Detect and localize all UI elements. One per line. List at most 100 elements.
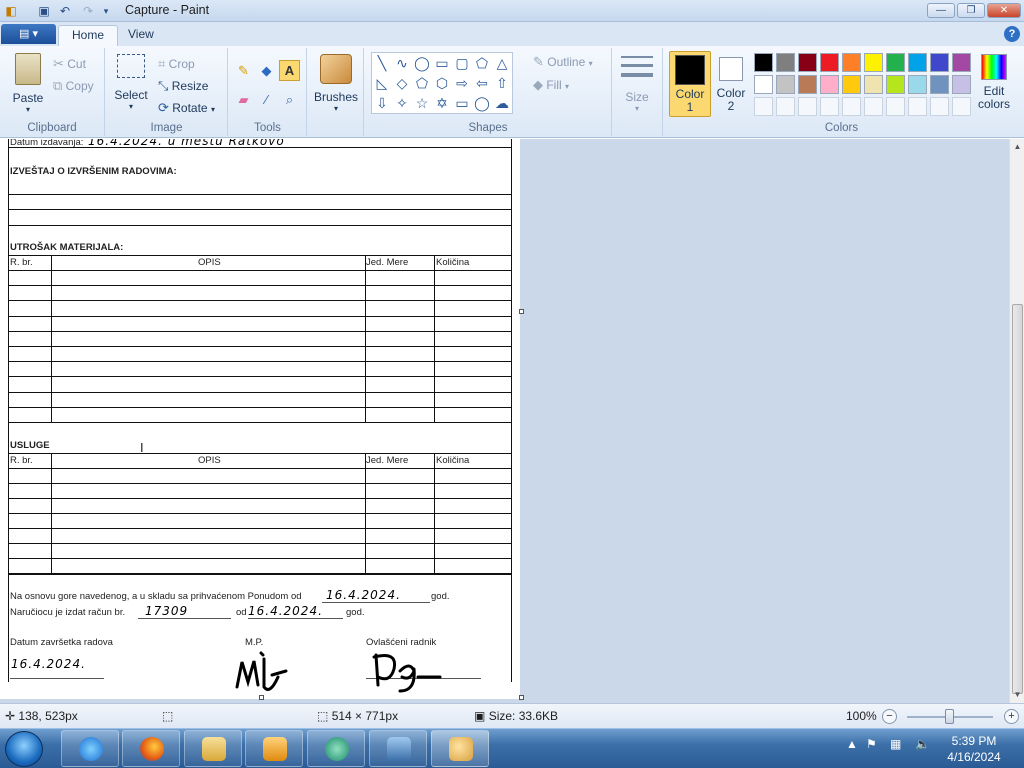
app-menu-button[interactable]: ▤ ▾ (1, 24, 56, 44)
line-shape-icon[interactable]: ╲ (372, 53, 392, 73)
taskbar-paint[interactable] (431, 730, 489, 767)
taskbar-media-player[interactable] (245, 730, 303, 767)
resize-button[interactable]: ⤡ Resize (158, 78, 208, 94)
color1-button[interactable]: Color 1 (669, 51, 711, 117)
color-swatch[interactable] (820, 53, 839, 72)
tab-home[interactable]: Home (58, 25, 119, 46)
color-swatch[interactable] (754, 75, 773, 94)
color-swatch[interactable] (952, 53, 971, 72)
resize-handle-right[interactable] (519, 309, 524, 314)
color-swatch[interactable] (798, 75, 817, 94)
five-point-star-shape-icon[interactable]: ☆ (412, 93, 432, 113)
zoom-in-button[interactable]: + (1004, 709, 1019, 724)
empty-color-swatch[interactable] (776, 97, 795, 116)
empty-color-swatch[interactable] (798, 97, 817, 116)
oval-callout-shape-icon[interactable]: ◯ (472, 93, 492, 113)
tab-view[interactable]: View (115, 25, 167, 46)
copy-button[interactable]: ⧉ Copy (53, 78, 94, 94)
fill-button[interactable]: ◆ Fill ▾ (533, 77, 569, 93)
paste-button[interactable]: Paste ▾ (8, 53, 48, 114)
color-picker-icon[interactable]: ⁄ (256, 89, 277, 110)
help-icon[interactable]: ? (1004, 26, 1020, 42)
volume-muted-icon[interactable]: 🔈 (915, 737, 930, 751)
taskbar-file-explorer[interactable] (184, 730, 242, 767)
cloud-callout-shape-icon[interactable]: ☁ (492, 93, 512, 113)
pentagon-shape-icon[interactable]: ⬠ (412, 73, 432, 93)
color-swatch[interactable] (820, 75, 839, 94)
empty-color-swatch[interactable] (930, 97, 949, 116)
resize-handle-corner[interactable] (519, 695, 524, 700)
right-arrow-shape-icon[interactable]: ⇨ (452, 73, 472, 93)
edit-colors-button[interactable]: Edit colors (975, 51, 1013, 117)
vertical-scrollbar[interactable]: ▲ ▼ (1009, 139, 1024, 703)
taskbar-photo-viewer[interactable] (369, 730, 427, 767)
taskbar-internet-explorer[interactable] (61, 730, 119, 767)
scroll-up-icon[interactable]: ▲ (1010, 139, 1024, 154)
empty-color-swatch[interactable] (842, 97, 861, 116)
scroll-down-icon[interactable]: ▼ (1010, 687, 1024, 702)
color-swatch[interactable] (842, 75, 861, 94)
curve-shape-icon[interactable]: ∿ (392, 53, 412, 73)
network-icon[interactable]: ▦ (890, 737, 901, 751)
rectangle-shape-icon[interactable]: ▭ (432, 53, 452, 73)
outline-button[interactable]: ✎ Outline ▾ (533, 54, 593, 70)
crop-button[interactable]: ⌗ Crop (158, 56, 195, 72)
left-arrow-shape-icon[interactable]: ⇦ (472, 73, 492, 93)
hexagon-shape-icon[interactable]: ⬡ (432, 73, 452, 93)
zoom-slider-thumb[interactable] (945, 709, 954, 724)
color-swatch[interactable] (930, 75, 949, 94)
empty-color-swatch[interactable] (952, 97, 971, 116)
minimize-button[interactable]: — (927, 3, 955, 18)
color-swatch[interactable] (886, 75, 905, 94)
rect-callout-shape-icon[interactable]: ▭ (452, 93, 472, 113)
color-swatch[interactable] (842, 53, 861, 72)
pencil-icon[interactable]: ✎ (233, 60, 254, 81)
customize-icon[interactable]: ▾ (98, 3, 114, 19)
close-button[interactable]: ✕ (987, 3, 1021, 18)
color-swatch[interactable] (908, 53, 927, 72)
system-clock[interactable]: 5:39 PM 4/16/2024 (944, 733, 1004, 765)
diamond-shape-icon[interactable]: ◇ (392, 73, 412, 93)
zoom-out-button[interactable]: − (882, 709, 897, 724)
size-group[interactable]: Size ▾ (613, 48, 663, 136)
empty-color-swatch[interactable] (754, 97, 773, 116)
undo-icon[interactable]: ↶ (57, 3, 73, 19)
start-button[interactable] (5, 731, 43, 767)
eraser-icon[interactable]: ▰ (233, 89, 254, 110)
magnifier-icon[interactable]: ⌕ (279, 89, 300, 110)
resize-handle-bottom[interactable] (259, 695, 264, 700)
up-arrow-shape-icon[interactable]: ⇧ (492, 73, 512, 93)
color-swatch[interactable] (952, 75, 971, 94)
oval-shape-icon[interactable]: ◯ (412, 53, 432, 73)
empty-color-swatch[interactable] (908, 97, 927, 116)
cut-button[interactable]: ✂ Cut (53, 56, 86, 72)
color-swatch[interactable] (908, 75, 927, 94)
paint-app-icon[interactable]: ◧ (3, 3, 19, 19)
brushes-group[interactable]: Brushes ▾ (308, 48, 364, 136)
color-swatch[interactable] (776, 53, 795, 72)
select-button[interactable]: Select ▾ (112, 54, 150, 111)
down-arrow-shape-icon[interactable]: ⇩ (372, 93, 392, 113)
rotate-button[interactable]: ⟳ Rotate ▾ (158, 100, 215, 116)
show-hidden-icons-icon[interactable]: ▲ (846, 737, 858, 751)
rounded-rectangle-shape-icon[interactable]: ▢ (452, 53, 472, 73)
color-swatch[interactable] (754, 53, 773, 72)
triangle-shape-icon[interactable]: △ (492, 53, 512, 73)
empty-color-swatch[interactable] (864, 97, 883, 116)
maximize-button[interactable]: ❐ (957, 3, 985, 18)
image-canvas[interactable]: Datum izdavanja: 16.4.2024. u mestu Ratk… (0, 139, 520, 699)
redo-icon[interactable]: ↷ (80, 3, 96, 19)
color-swatch[interactable] (930, 53, 949, 72)
taskbar-firefox[interactable] (122, 730, 180, 767)
polygon-shape-icon[interactable]: ⬠ (472, 53, 492, 73)
save-icon[interactable]: ▣ (36, 3, 52, 19)
four-point-star-shape-icon[interactable]: ✧ (392, 93, 412, 113)
six-point-star-shape-icon[interactable]: ✡ (432, 93, 452, 113)
fill-bucket-icon[interactable]: ◆ (256, 60, 277, 81)
color2-button[interactable]: Color 2 (713, 51, 749, 117)
color-swatch[interactable] (886, 53, 905, 72)
scroll-thumb[interactable] (1012, 304, 1023, 694)
right-triangle-shape-icon[interactable]: ◺ (372, 73, 392, 93)
empty-color-swatch[interactable] (886, 97, 905, 116)
canvas-area[interactable]: Datum izdavanja: 16.4.2024. u mestu Ratk… (0, 139, 1009, 703)
